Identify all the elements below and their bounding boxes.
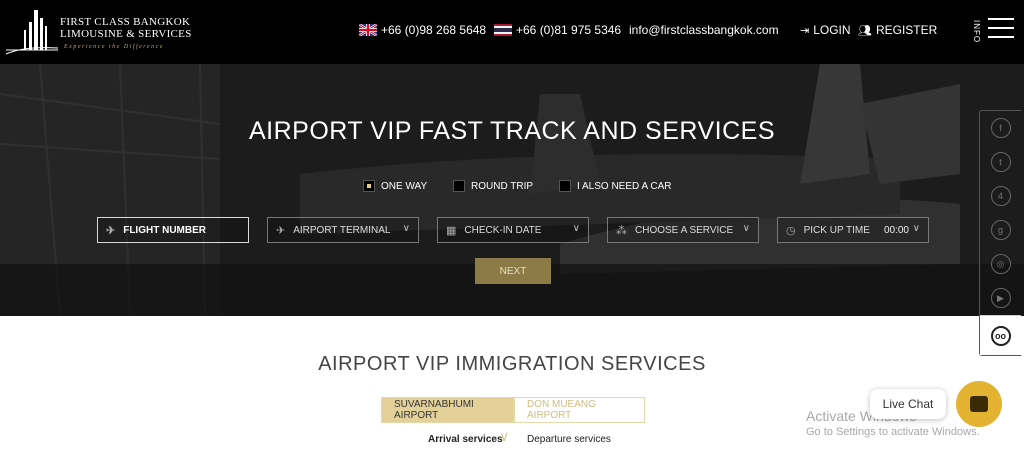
chevron-down-icon: ∨: [572, 223, 580, 234]
service-select[interactable]: ⁂ CHOOSE A SERVICE ∨: [607, 217, 759, 243]
need-car-checkbox[interactable]: [559, 180, 571, 192]
pickup-time-select[interactable]: ◷ PICK UP TIME 00:00 ∨: [777, 217, 929, 243]
tripadvisor-link[interactable]: oo: [980, 315, 1021, 355]
tripadvisor-icon: oo: [990, 325, 1011, 346]
calendar-icon: ▦: [446, 224, 457, 237]
windows-activation-hint: Go to Settings to activate Windows.: [806, 426, 980, 438]
people-icon: ⁂: [616, 224, 627, 237]
thailand-flag-icon: [494, 24, 512, 36]
facebook-link[interactable]: f: [980, 111, 1021, 145]
google-plus-link[interactable]: g: [980, 213, 1021, 247]
register-label: REGISTER: [875, 23, 938, 37]
hero-banner: AIRPORT VIP FAST TRACK AND SERVICES ONE …: [0, 64, 1024, 316]
youtube-icon: ▶: [990, 288, 1011, 308]
chevron-down-icon: ∨: [402, 223, 410, 234]
register-icon: 👥︎: [858, 24, 872, 37]
hamburger-menu-icon[interactable]: [988, 18, 1014, 40]
facebook-icon: f: [990, 118, 1011, 138]
logo-line-1: FIRST CLASS BANGKOK: [60, 16, 191, 28]
check-in-date-placeholder: CHECK-IN DATE: [464, 224, 542, 236]
next-button[interactable]: NEXT: [475, 258, 551, 284]
live-chat-button[interactable]: [956, 381, 1002, 427]
phone-uk-text: +66 (0)98 268 5648: [381, 23, 487, 37]
tab-suvarnabhumi[interactable]: SUVARNABHUMI AIRPORT: [381, 397, 514, 423]
foursquare-icon: 4: [990, 186, 1011, 206]
round-trip-checkbox[interactable]: [453, 180, 465, 192]
chevron-down-icon: ∨: [499, 428, 510, 444]
arrival-services-tab[interactable]: Arrival services: [428, 434, 503, 445]
phone-th-text: +66 (0)81 975 5346: [516, 23, 622, 37]
plane-icon: ✈: [276, 224, 286, 237]
departure-services-tab[interactable]: Departure services: [527, 434, 611, 445]
phone-uk-link[interactable]: +66 (0)98 268 5648: [359, 23, 486, 37]
email-text: info@firstclassbangkok.com: [629, 23, 779, 37]
pickup-time-value: 00:00: [883, 224, 909, 236]
airport-terminal-select[interactable]: ✈ AIRPORT TERMINAL ∨: [267, 217, 419, 243]
tab-don-mueang[interactable]: DON MUEANG AIRPORT: [514, 397, 645, 423]
service-placeholder: CHOOSE A SERVICE: [635, 224, 734, 236]
chevron-down-icon: ∨: [912, 223, 920, 234]
clock-icon: ◷: [786, 224, 796, 237]
logo-tagline: Experience the Difference: [64, 44, 164, 50]
twitter-link[interactable]: t: [980, 145, 1021, 179]
foursquare-link[interactable]: 4: [980, 179, 1021, 213]
one-way-checkbox[interactable]: [363, 180, 375, 192]
register-link[interactable]: 👥︎ REGISTER: [858, 23, 937, 37]
airport-tabs: SUVARNABHUMI AIRPORT DON MUEANG AIRPORT: [381, 397, 645, 423]
need-car-label: I ALSO NEED A CAR: [577, 180, 672, 192]
page: FIRST CLASS BANGKOK LIMOUSINE & SERVICES…: [0, 0, 1024, 464]
instagram-icon: ◎: [990, 254, 1011, 274]
skyline-logo-icon: [5, 10, 59, 55]
flight-number-input[interactable]: ✈ FLIGHT NUMBER: [97, 217, 249, 243]
instagram-link[interactable]: ◎: [980, 247, 1021, 281]
email-link[interactable]: info@firstclassbangkok.com: [629, 23, 779, 37]
flight-number-placeholder: FLIGHT NUMBER: [123, 224, 206, 236]
logo[interactable]: FIRST CLASS BANGKOK LIMOUSINE & SERVICES…: [4, 8, 194, 58]
check-in-date-input[interactable]: ▦ CHECK-IN DATE ∨: [437, 217, 589, 243]
logo-line-2: LIMOUSINE & SERVICES: [60, 28, 192, 40]
google-plus-icon: g: [990, 220, 1011, 240]
live-chat-label[interactable]: Live Chat: [870, 389, 946, 419]
youtube-link[interactable]: ▶: [980, 281, 1021, 315]
need-car-option[interactable]: I ALSO NEED A CAR: [559, 180, 671, 192]
hero-title: AIRPORT VIP FAST TRACK AND SERVICES: [248, 117, 775, 145]
login-icon: ⇥: [800, 24, 810, 37]
uk-flag-icon: [359, 24, 377, 36]
login-label: LOGIN: [813, 23, 851, 37]
airport-terminal-placeholder: AIRPORT TERMINAL: [293, 224, 391, 236]
info-label: INFO: [972, 20, 981, 44]
plane-icon: ✈: [106, 224, 116, 237]
one-way-option[interactable]: ONE WAY: [363, 180, 427, 192]
login-link[interactable]: ⇥ LOGIN: [800, 23, 851, 37]
chat-bubble-icon: [970, 396, 988, 412]
twitter-icon: t: [990, 152, 1011, 172]
round-trip-option[interactable]: ROUND TRIP: [453, 180, 533, 192]
pickup-time-label: PICK UP TIME: [803, 224, 870, 236]
section-title: AIRPORT VIP IMMIGRATION SERVICES: [318, 353, 706, 375]
phone-th-link[interactable]: +66 (0)81 975 5346: [494, 23, 621, 37]
top-bar: FIRST CLASS BANGKOK LIMOUSINE & SERVICES…: [0, 0, 1024, 64]
round-trip-label: ROUND TRIP: [471, 180, 534, 192]
social-sidebar: f t 4 g ◎ ▶ oo: [979, 110, 1021, 356]
one-way-label: ONE WAY: [381, 180, 428, 192]
chevron-down-icon: ∨: [742, 223, 750, 234]
